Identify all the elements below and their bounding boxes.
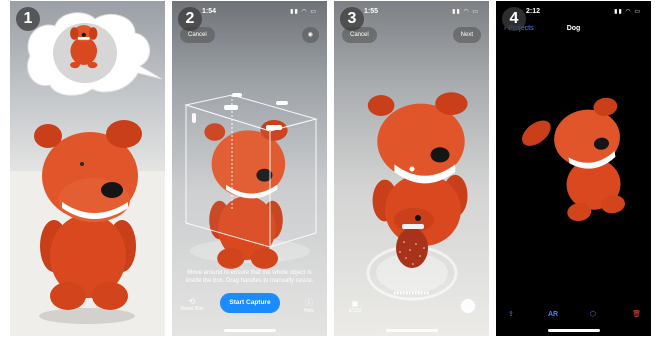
status-time: 1:55 [364, 8, 379, 15]
share-icon: ⇪ [508, 311, 514, 318]
step-badge-2: 2 [178, 7, 202, 31]
status-time: 1:54 [202, 8, 217, 15]
panel-object-photo: 1 [10, 1, 165, 336]
status-icons: ▮▮ ◠ ▭ [614, 9, 641, 15]
capture-scene [184, 93, 318, 269]
scan-scene [366, 92, 468, 301]
panel-model-view: 4 2:12 ▮▮ ◠ ▭ ‹ Projects Dog ⇪ AR [496, 1, 651, 336]
focus-dot [409, 166, 415, 172]
next-button[interactable]: Next [452, 27, 481, 43]
capture-count-label: 6/120 [348, 308, 362, 314]
help-icon: ⓘ [305, 298, 313, 307]
trash-icon: 🗑 [632, 311, 641, 318]
panel-bounding-box: 2 1:54 ▮▮ ◠ ▭ Cancel ◉ Move around to en… [172, 1, 327, 336]
help-button[interactable]: ⓘ Help [297, 297, 321, 314]
visibility-toggle-button[interactable]: ◉ [301, 27, 319, 43]
reset-box-label: Reset Box [180, 306, 204, 312]
capture-counter: ▣ 6/120 [342, 299, 368, 314]
panel-capturing: 3 1:55 ▮▮ ◠ ▭ Cancel Next ▣ 6/120 [334, 1, 489, 336]
step-badge-1: 1 [16, 7, 40, 31]
start-capture-button[interactable]: Start Capture [220, 293, 280, 313]
plush-dog-model [522, 97, 625, 222]
photo-scene [10, 12, 165, 336]
bounding-box [184, 94, 318, 248]
shutter-button[interactable] [461, 299, 475, 313]
capture-hint-text: Move around to ensure that the whole obj… [185, 270, 314, 284]
image-stack-icon: ▣ [351, 299, 359, 308]
status-time: 2:12 [526, 8, 541, 15]
status-icons: ▮▮ ◠ ▭ [290, 9, 317, 15]
reset-icon: ⟲ [188, 297, 196, 306]
tutorial-strip: 1 2 1:54 ▮▮ ◠ ▭ Cancel ◉ Move around to … [0, 0, 655, 337]
home-indicator [547, 329, 600, 332]
model-button[interactable]: ⬡ [590, 310, 596, 318]
home-indicator [385, 329, 438, 332]
share-button[interactable]: ⇪ [508, 310, 514, 318]
reset-box-button[interactable]: ⟲ Reset Box [176, 297, 208, 312]
step-badge-3: 3 [340, 7, 364, 31]
ar-button[interactable]: AR [548, 311, 558, 318]
model-preview [522, 97, 625, 222]
home-indicator [223, 329, 276, 332]
delete-button[interactable]: 🗑 [632, 310, 641, 318]
step-badge-4: 4 [502, 7, 526, 31]
eye-icon: ◉ [307, 32, 313, 38]
thought-cloud-icon [27, 12, 163, 96]
help-label: Help [303, 308, 315, 314]
cube-icon: ⬡ [590, 311, 597, 318]
status-icons: ▮▮ ◠ ▭ [452, 9, 479, 15]
